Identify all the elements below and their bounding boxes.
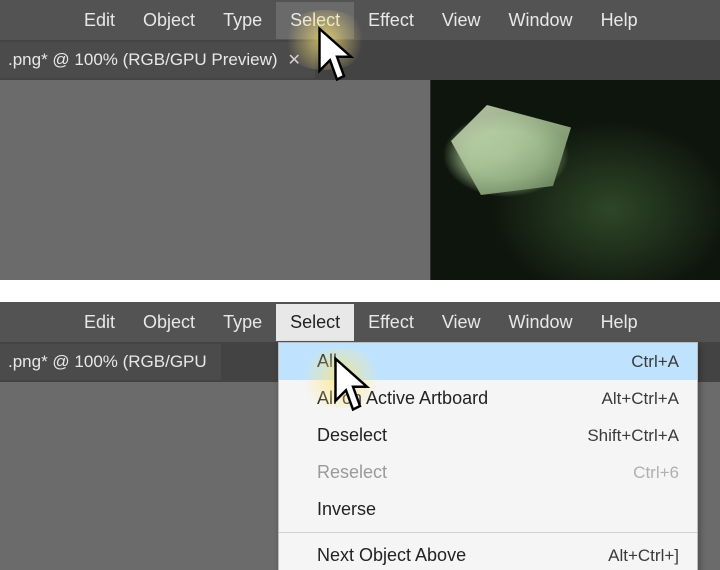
- menu-effect[interactable]: Effect: [354, 304, 428, 341]
- close-icon[interactable]: ✕: [288, 50, 301, 70]
- tabbar: .png* @ 100% (RGB/GPU Preview) ✕: [0, 40, 720, 80]
- menu-edit[interactable]: Edit: [70, 304, 129, 341]
- menu-window[interactable]: Window: [495, 304, 587, 341]
- screenshot-step-1: Edit Object Type Select Effect View Wind…: [0, 0, 720, 280]
- menubar: Edit Object Type Select Effect View Wind…: [0, 0, 720, 40]
- menu-item-label: Deselect: [317, 425, 387, 446]
- menu-item-all-artboard[interactable]: All on Active Artboard Alt+Ctrl+A: [279, 380, 697, 417]
- menu-item-label: All on Active Artboard: [317, 388, 488, 409]
- workarea: [0, 80, 720, 280]
- menu-item-label: All: [317, 351, 337, 372]
- menu-window[interactable]: Window: [495, 2, 587, 39]
- menu-object[interactable]: Object: [129, 2, 209, 39]
- menu-item-shortcut: Alt+Ctrl+A: [602, 389, 679, 409]
- menu-object[interactable]: Object: [129, 304, 209, 341]
- menu-view[interactable]: View: [428, 304, 495, 341]
- menu-type[interactable]: Type: [209, 2, 276, 39]
- menu-item-shortcut: Ctrl+A: [631, 352, 679, 372]
- menu-item-shortcut: Shift+Ctrl+A: [587, 426, 679, 446]
- menu-view[interactable]: View: [428, 2, 495, 39]
- menu-type[interactable]: Type: [209, 304, 276, 341]
- menu-item-reselect: Reselect Ctrl+6: [279, 454, 697, 491]
- menu-item-all[interactable]: All Ctrl+A: [279, 343, 697, 380]
- menu-select[interactable]: Select: [276, 304, 354, 341]
- menu-item-shortcut: Ctrl+6: [633, 463, 679, 483]
- menu-select[interactable]: Select: [276, 2, 354, 39]
- menu-item-inverse[interactable]: Inverse: [279, 491, 697, 528]
- screenshot-step-2: Edit Object Type Select Effect View Wind…: [0, 302, 720, 570]
- document-tab[interactable]: .png* @ 100% (RGB/GPU Preview) ✕: [0, 42, 315, 78]
- menu-item-shortcut: Alt+Ctrl+]: [608, 546, 679, 566]
- document-tab-label: .png* @ 100% (RGB/GPU Preview): [8, 50, 278, 70]
- menu-item-next-above[interactable]: Next Object Above Alt+Ctrl+]: [279, 537, 697, 570]
- document-tab[interactable]: .png* @ 100% (RGB/GPU: [0, 344, 221, 380]
- document-tab-label: .png* @ 100% (RGB/GPU: [8, 352, 207, 372]
- menu-effect[interactable]: Effect: [354, 2, 428, 39]
- menu-separator: [279, 532, 697, 533]
- menu-item-label: Next Object Above: [317, 545, 466, 566]
- canvas-image: [430, 80, 720, 280]
- menu-item-deselect[interactable]: Deselect Shift+Ctrl+A: [279, 417, 697, 454]
- menu-item-label: Inverse: [317, 499, 376, 520]
- select-menu-dropdown: All Ctrl+A All on Active Artboard Alt+Ct…: [278, 342, 698, 570]
- menu-help[interactable]: Help: [587, 304, 652, 341]
- menu-help[interactable]: Help: [587, 2, 652, 39]
- menu-item-label: Reselect: [317, 462, 387, 483]
- menubar: Edit Object Type Select Effect View Wind…: [0, 302, 720, 342]
- menu-edit[interactable]: Edit: [70, 2, 129, 39]
